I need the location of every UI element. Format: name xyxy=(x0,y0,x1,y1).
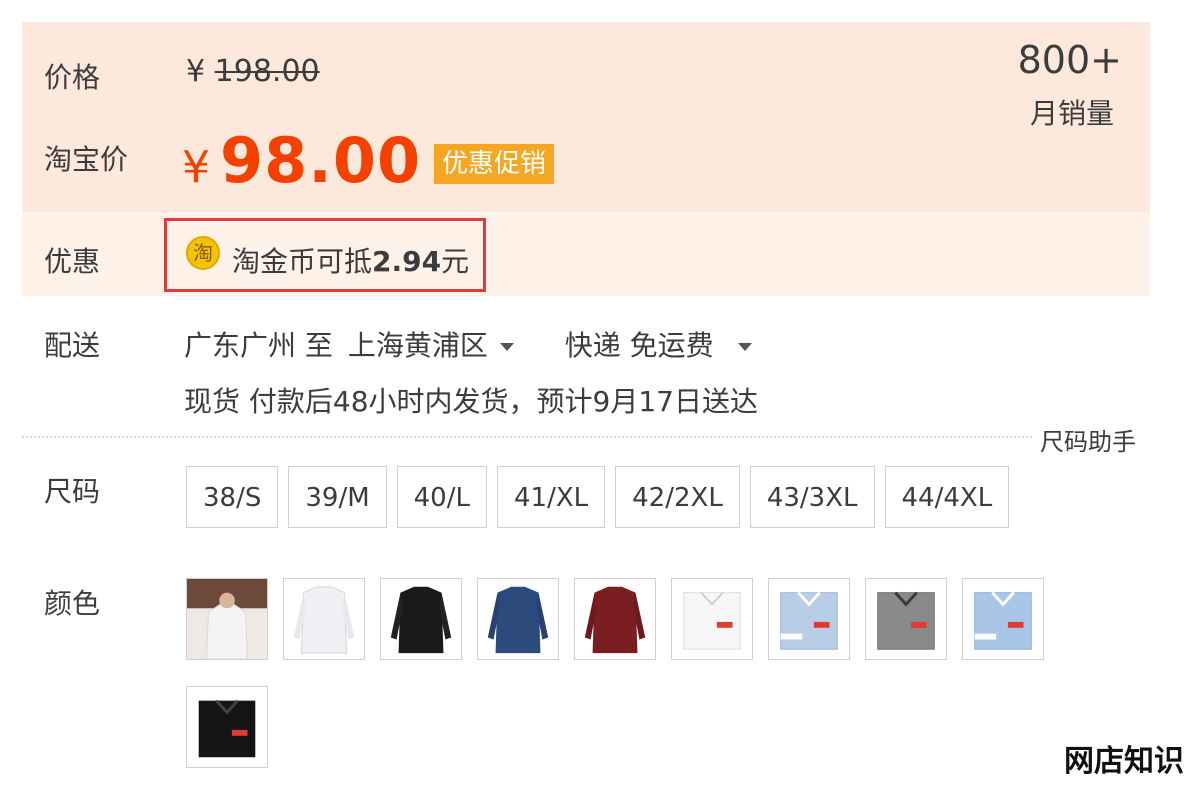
delivery-estimate: 现货 付款后48小时内发货，预计9月17日送达 xyxy=(184,385,758,418)
original-amount: 198.00 xyxy=(214,54,320,89)
shipping-from: 广东广州 至 xyxy=(184,329,333,362)
size-option[interactable]: 41/XL xyxy=(496,466,606,528)
shipping-method-dropdown[interactable]: 快递 免运费 xyxy=(565,329,758,362)
shirt-image xyxy=(963,579,1043,659)
coin-amount: 2.94 xyxy=(372,245,442,278)
size-option[interactable]: 40/L xyxy=(396,466,487,528)
size-option[interactable]: 42/2XL xyxy=(615,466,740,528)
original-price: ¥ 198.00 xyxy=(186,54,320,89)
color-swatch-sky-blue-folded[interactable] xyxy=(962,578,1044,660)
section-divider xyxy=(22,436,1032,438)
size-options: 38/S 39/M 40/L 41/XL 42/2XL 43/3XL 44/4X… xyxy=(186,466,1010,528)
sale-price: ¥98.00 xyxy=(182,124,421,197)
color-swatch-black-folded[interactable] xyxy=(186,686,268,768)
color-swatch-navy[interactable] xyxy=(477,578,559,660)
chevron-down-icon xyxy=(499,343,514,351)
shipping-method-value: 快递 免运费 xyxy=(564,329,714,362)
shirt-image xyxy=(575,579,655,659)
original-currency: ¥ xyxy=(186,54,206,89)
monthly-sales-label: 月销量 xyxy=(1029,97,1114,130)
color-swatch-white-folded[interactable] xyxy=(671,578,753,660)
promotion-label: 优惠 xyxy=(44,245,101,278)
shirt-image xyxy=(478,579,558,659)
taobao-price-label: 淘宝价 xyxy=(44,143,129,176)
promo-badge: 优惠促销 xyxy=(434,144,555,184)
size-option[interactable]: 39/M xyxy=(288,466,387,528)
price-label: 价格 xyxy=(44,61,101,94)
shipping-route: 广东广州 至 上海黄浦区 快递 免运费 xyxy=(184,324,764,364)
sale-amount: 98.00 xyxy=(220,124,422,197)
color-swatch-model-white[interactable] xyxy=(186,578,268,660)
color-swatch-black[interactable] xyxy=(380,578,462,660)
taobao-coin-icon: 淘 xyxy=(186,236,220,270)
coin-text: 淘金币可抵 xyxy=(232,245,373,278)
coin-discount-text: 淘金币可抵2.94元 xyxy=(232,240,469,280)
size-option[interactable]: 43/3XL xyxy=(749,466,875,528)
shirt-image xyxy=(187,687,267,767)
destination-dropdown[interactable]: 上海黄浦区 xyxy=(348,329,520,362)
shirt-image xyxy=(672,579,752,659)
size-option[interactable]: 44/4XL xyxy=(884,466,1010,528)
color-label: 颜色 xyxy=(44,587,101,620)
color-swatch-white[interactable] xyxy=(283,578,365,660)
color-swatch-grey-folded[interactable] xyxy=(865,578,947,660)
sale-currency: ¥ xyxy=(182,142,210,193)
destination-value: 上海黄浦区 xyxy=(347,329,488,362)
shirt-image xyxy=(284,579,364,659)
watermark-text: 网店知识 xyxy=(1064,744,1184,779)
size-option[interactable]: 38/S xyxy=(186,466,279,528)
coin-unit: 元 xyxy=(441,245,470,278)
shipping-label: 配送 xyxy=(44,329,101,362)
shirt-image xyxy=(866,579,946,659)
chevron-down-icon xyxy=(737,343,752,351)
color-swatch-light-blue-folded[interactable] xyxy=(768,578,850,660)
size-label: 尺码 xyxy=(44,475,101,508)
shirt-image xyxy=(187,579,267,659)
color-swatch-burgundy[interactable] xyxy=(574,578,656,660)
size-guide-link[interactable]: 尺码助手 xyxy=(1040,422,1136,457)
shirt-image xyxy=(381,579,461,659)
shirt-image xyxy=(769,579,849,659)
monthly-sales-count: 800+ xyxy=(1017,38,1122,82)
